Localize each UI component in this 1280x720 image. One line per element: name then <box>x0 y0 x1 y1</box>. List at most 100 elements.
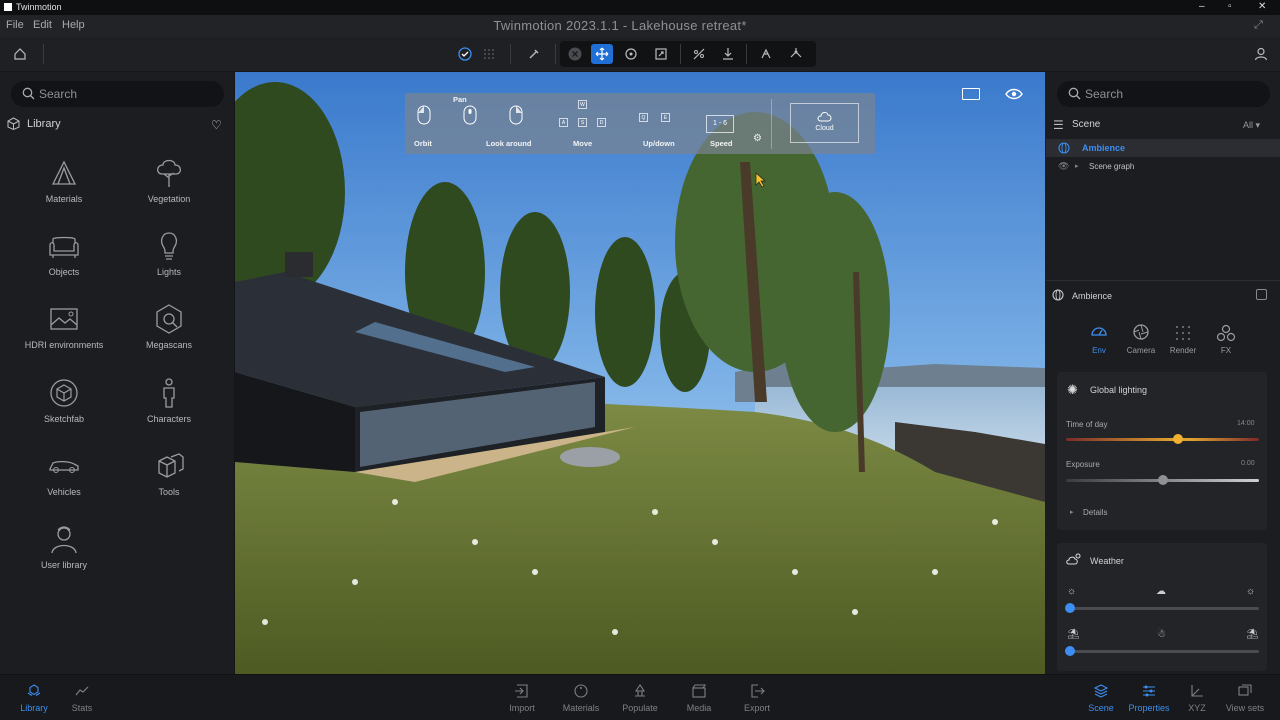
megascans-icon <box>156 304 182 334</box>
grid-dots-icon[interactable] <box>478 44 500 64</box>
list-icon: ☰ <box>1053 118 1064 132</box>
library-item-sketchfab[interactable]: Sketchfab <box>14 376 114 424</box>
bulb-icon <box>161 232 177 260</box>
library-item-vegetation[interactable]: Vegetation <box>119 156 219 204</box>
bottom-media-button[interactable]: Media <box>669 683 729 713</box>
eye-icon[interactable] <box>1005 88 1023 100</box>
speed-label: Speed <box>710 139 733 148</box>
check-circle-icon[interactable] <box>454 44 476 64</box>
close-circle-icon[interactable] <box>564 44 586 64</box>
library-item-user-library[interactable]: User library <box>14 522 114 570</box>
panel-toggle-icon[interactable] <box>1256 289 1267 300</box>
library-item-objects[interactable]: Objects <box>14 229 114 277</box>
expand-arrow-icon[interactable]: ▸ <box>1075 162 1079 170</box>
bottom-export-button[interactable]: Export <box>727 683 787 713</box>
home-icon[interactable] <box>9 44 31 64</box>
look-around-label: Look around <box>486 139 532 148</box>
library-item-label: User library <box>40 560 87 570</box>
time-of-day-slider[interactable] <box>1066 438 1259 441</box>
toolbar-divider <box>680 44 681 64</box>
tree-item-ambience: Ambience <box>1082 143 1126 153</box>
tab-camera[interactable]: Camera <box>1125 323 1157 355</box>
tab-render[interactable]: Render <box>1167 323 1199 355</box>
library-item-lights[interactable]: Lights <box>119 229 219 277</box>
library-item-hdri-environments[interactable]: HDRI environments <box>14 302 114 350</box>
time-of-day-knob[interactable] <box>1172 434 1183 444</box>
tab-label: Camera <box>1126 346 1156 355</box>
tree-item-scene-graph[interactable]: Scene graph <box>1089 162 1134 171</box>
season-slider[interactable] <box>1070 650 1259 653</box>
bottom-materials-button[interactable]: Materials <box>551 683 611 713</box>
viewport-frame-icon[interactable] <box>962 88 980 100</box>
3d-viewport[interactable] <box>235 72 1045 674</box>
details-toggle[interactable]: Details <box>1083 508 1107 517</box>
library-item-vehicles[interactable]: Vehicles <box>14 449 114 497</box>
fullscreen-icon[interactable]: ⤢ <box>1254 19 1263 32</box>
cloud-button[interactable]: Cloud <box>790 103 859 143</box>
scale-icon[interactable] <box>650 44 672 64</box>
exposure-knob[interactable] <box>1157 475 1168 485</box>
library-search-input[interactable]: Search <box>11 81 224 107</box>
details-arrow-icon[interactable]: ▸ <box>1070 508 1074 516</box>
library-item-label: Lights <box>156 267 182 277</box>
library-item-megascans[interactable]: Megascans <box>119 302 219 350</box>
library-item-label: Materials <box>45 194 83 204</box>
user-icon[interactable] <box>1250 44 1272 64</box>
weather-slider[interactable] <box>1070 607 1259 610</box>
car-icon <box>49 460 79 473</box>
sunny-icon: ☼ <box>1067 586 1077 597</box>
bottom-import-button[interactable]: Import <box>492 683 552 713</box>
bottom-populate-label: Populate <box>622 703 658 713</box>
bottom-populate-button[interactable]: Populate <box>610 683 670 713</box>
gear-icon[interactable]: ⚙ <box>753 133 762 144</box>
snap-icon[interactable] <box>755 44 777 64</box>
library-icon <box>27 684 41 696</box>
exposure-label: Exposure <box>1066 460 1100 469</box>
bottom-library-label: Library <box>20 703 48 713</box>
align-icon[interactable] <box>688 44 710 64</box>
library-item-label: Objects <box>48 267 80 277</box>
drop-to-floor-icon[interactable] <box>717 44 739 64</box>
minimize-icon[interactable]: – <box>1199 1 1205 12</box>
tab-env[interactable]: Env <box>1083 323 1115 355</box>
scene-layers-icon <box>1093 684 1109 698</box>
visibility-eye-icon[interactable]: 👁 <box>1058 161 1069 172</box>
library-item-label: Characters <box>146 414 191 424</box>
export-icon <box>751 684 765 698</box>
library-item-characters[interactable]: Characters <box>119 376 219 424</box>
scene-render <box>235 72 1045 674</box>
pivot-icon[interactable] <box>785 44 807 64</box>
scene-filter-dropdown[interactable]: All ▾ <box>1243 120 1260 131</box>
toolbar-divider <box>555 44 556 64</box>
bottom-import-label: Import <box>509 703 535 713</box>
library-item-label: HDRI environments <box>24 340 104 350</box>
bottom-xyz-label: XYZ <box>1188 703 1206 713</box>
tree-icon <box>156 159 182 187</box>
populate-icon <box>634 684 646 697</box>
scene-search-input[interactable]: Search <box>1057 81 1270 107</box>
env-gauge-icon <box>1091 327 1107 336</box>
panel-divider <box>1046 280 1280 281</box>
restore-icon[interactable]: ▫ <box>1228 1 1232 12</box>
close-icon[interactable]: ✕ <box>1258 1 1266 12</box>
eyedropper-icon[interactable] <box>523 44 545 64</box>
library-item-tools[interactable]: Tools <box>119 449 219 497</box>
tab-fx[interactable]: FX <box>1210 323 1242 355</box>
cube-icon <box>50 379 78 407</box>
season-knob[interactable] <box>1065 646 1075 656</box>
key-a: A <box>559 118 568 127</box>
rotate-icon[interactable] <box>620 44 642 64</box>
weather-knob[interactable] <box>1065 603 1075 613</box>
media-clapper-icon <box>692 684 707 698</box>
library-item-materials[interactable]: Materials <box>14 156 114 204</box>
cube-outline-icon <box>7 117 20 131</box>
bottom-view-sets-button[interactable]: View sets <box>1215 683 1275 713</box>
bottom-stats-button[interactable]: Stats <box>52 683 112 713</box>
move-icon[interactable] <box>591 44 613 64</box>
ambience-title: Ambience <box>1072 291 1113 301</box>
cloudy-icon: ☁ <box>1156 586 1166 597</box>
favorites-heart-icon[interactable]: ♡ <box>211 118 222 132</box>
sun-icon: ☼ <box>1246 586 1256 597</box>
camera-aperture-icon <box>1133 324 1149 340</box>
toolbar-divider <box>43 44 44 64</box>
